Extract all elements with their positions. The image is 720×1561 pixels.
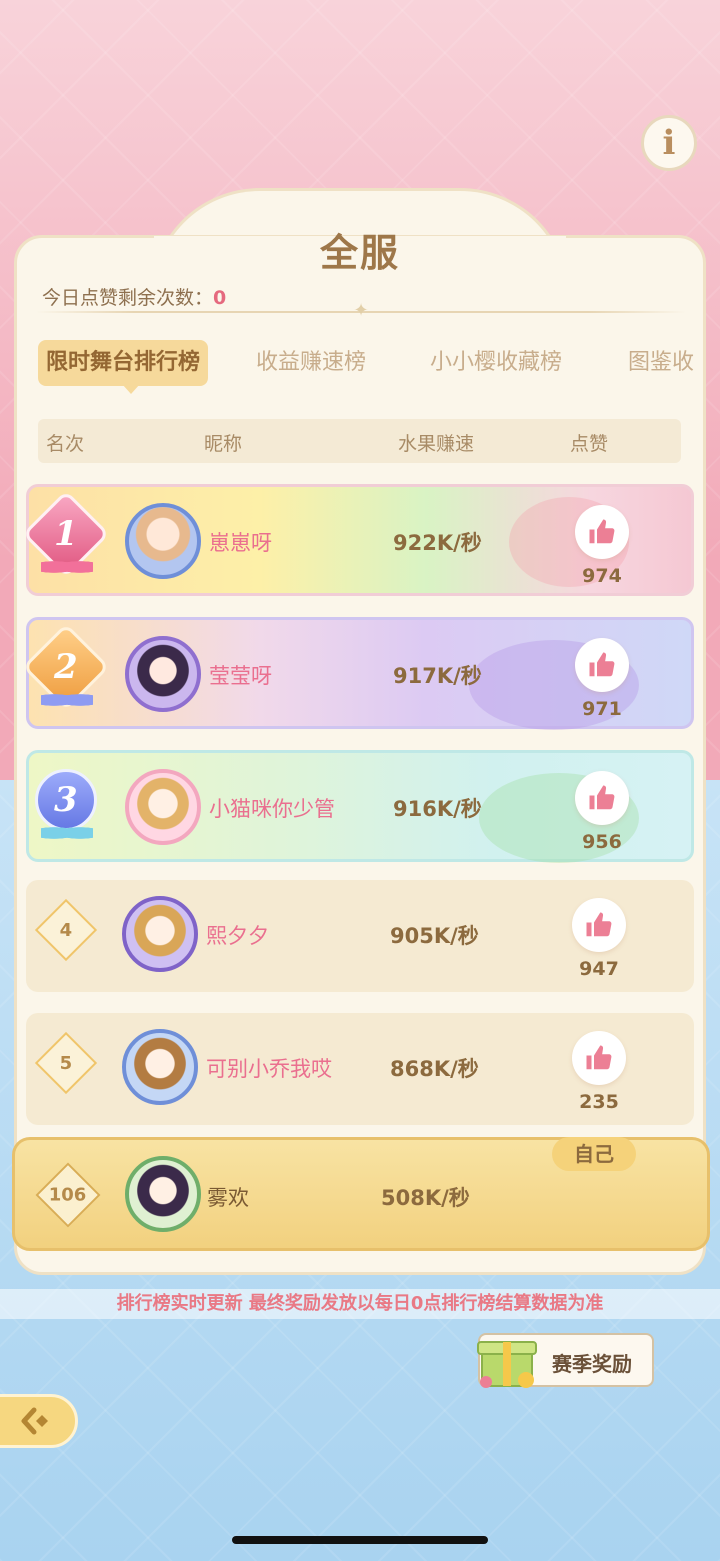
likes-remaining-value: 0 <box>213 287 227 309</box>
avatar[interactable] <box>122 1029 198 1105</box>
like-count: 947 <box>579 958 619 980</box>
ribbon-icon <box>41 823 93 843</box>
col-speed: 水果赚速 <box>398 433 475 455</box>
tab-income-speed[interactable]: 收益赚速榜 <box>248 340 374 386</box>
nickname: 莹莹呀 <box>209 664 272 688</box>
thumbs-up-icon <box>589 519 615 544</box>
like-count: 971 <box>582 698 622 720</box>
page-title: 全服 <box>319 231 400 275</box>
like-count: 974 <box>582 565 622 587</box>
tab-bar: 限时舞台排行榜 收益赚速榜 小小樱收藏榜 图鉴收 <box>38 340 698 388</box>
fruit-speed: 508K/秒 <box>381 1186 470 1210</box>
fruit-speed: 905K/秒 <box>390 924 479 948</box>
fruit-speed: 868K/秒 <box>390 1057 479 1081</box>
star-icon: ✦ <box>353 300 369 321</box>
table-row: 2 莹莹呀 917K/秒 971 <box>22 617 694 730</box>
likes-remaining: 今日点赞剩余次数：0 <box>42 283 226 310</box>
ribbon-icon <box>41 557 93 577</box>
nickname: 崽崽呀 <box>209 531 272 555</box>
thumbs-up-icon <box>589 785 615 810</box>
self-tag: 自己 <box>552 1137 636 1171</box>
tab-collection-book[interactable]: 图鉴收 <box>620 340 698 386</box>
rank-badge: 106 <box>35 1162 101 1228</box>
nickname: 雾欢 <box>207 1186 249 1210</box>
tab-stage-ranking[interactable]: 限时舞台排行榜 <box>38 340 209 386</box>
back-arrow-icon <box>21 1407 48 1435</box>
avatar[interactable] <box>125 1156 201 1232</box>
avatar-icon <box>129 773 197 841</box>
notice-text: 排行榜实时更新 最终奖励发放以每日0点排行榜结算数据为准 <box>0 1289 720 1319</box>
avatar[interactable] <box>122 896 198 972</box>
avatar[interactable] <box>125 636 201 712</box>
season-reward-label: 赛季奖励 <box>552 1352 632 1376</box>
nickname: 可别小乔我哎 <box>206 1057 332 1081</box>
avatar-icon <box>126 900 194 968</box>
home-indicator <box>232 1536 488 1544</box>
rank-badge: 4 <box>34 898 98 962</box>
like-button[interactable] <box>575 771 629 825</box>
like-count: 235 <box>579 1091 619 1113</box>
info-icon: i <box>662 123 676 163</box>
table-row: 4 熙夕夕 905K/秒 947 <box>26 880 694 992</box>
like-count: 956 <box>582 831 622 853</box>
table-row: 5 可别小乔我哎 868K/秒 235 <box>26 1013 694 1125</box>
like-button[interactable] <box>575 505 629 559</box>
likes-remaining-label: 今日点赞剩余次数： <box>42 287 214 309</box>
avatar-icon <box>126 1033 194 1101</box>
nickname: 熙夕夕 <box>206 924 269 948</box>
tab-sakura-collection[interactable]: 小小樱收藏榜 <box>422 340 570 386</box>
thumbs-up-icon <box>586 912 612 937</box>
col-likes: 点赞 <box>570 433 609 455</box>
fruit-speed: 922K/秒 <box>393 531 482 555</box>
like-button[interactable] <box>572 898 626 952</box>
thumbs-up-icon <box>589 652 615 677</box>
like-button[interactable] <box>575 638 629 692</box>
col-rank: 名次 <box>46 433 85 455</box>
like-button[interactable] <box>572 1031 626 1085</box>
back-button[interactable] <box>0 1394 78 1448</box>
table-row: 1 崽崽呀 922K/秒 974 <box>22 484 694 596</box>
fruit-speed: 917K/秒 <box>393 664 482 688</box>
table-row: 3 小猫咪你少管 916K/秒 956 <box>22 750 694 863</box>
avatar-icon <box>129 1160 197 1228</box>
avatar[interactable] <box>125 769 201 845</box>
tab-pointer <box>122 384 140 394</box>
ribbon-icon <box>41 690 93 710</box>
column-header: 名次 昵称 水果赚速 点赞 <box>38 419 681 463</box>
info-button[interactable]: i <box>641 115 697 171</box>
fruit-speed: 916K/秒 <box>393 797 482 821</box>
rank-badge: 5 <box>34 1031 98 1095</box>
avatar-icon <box>129 507 197 575</box>
thumbs-up-icon <box>586 1045 612 1070</box>
col-nickname: 昵称 <box>204 433 243 455</box>
avatar[interactable] <box>125 503 201 579</box>
gift-icon <box>477 1341 537 1388</box>
nickname: 小猫咪你少管 <box>209 797 335 821</box>
avatar-icon <box>129 640 197 708</box>
